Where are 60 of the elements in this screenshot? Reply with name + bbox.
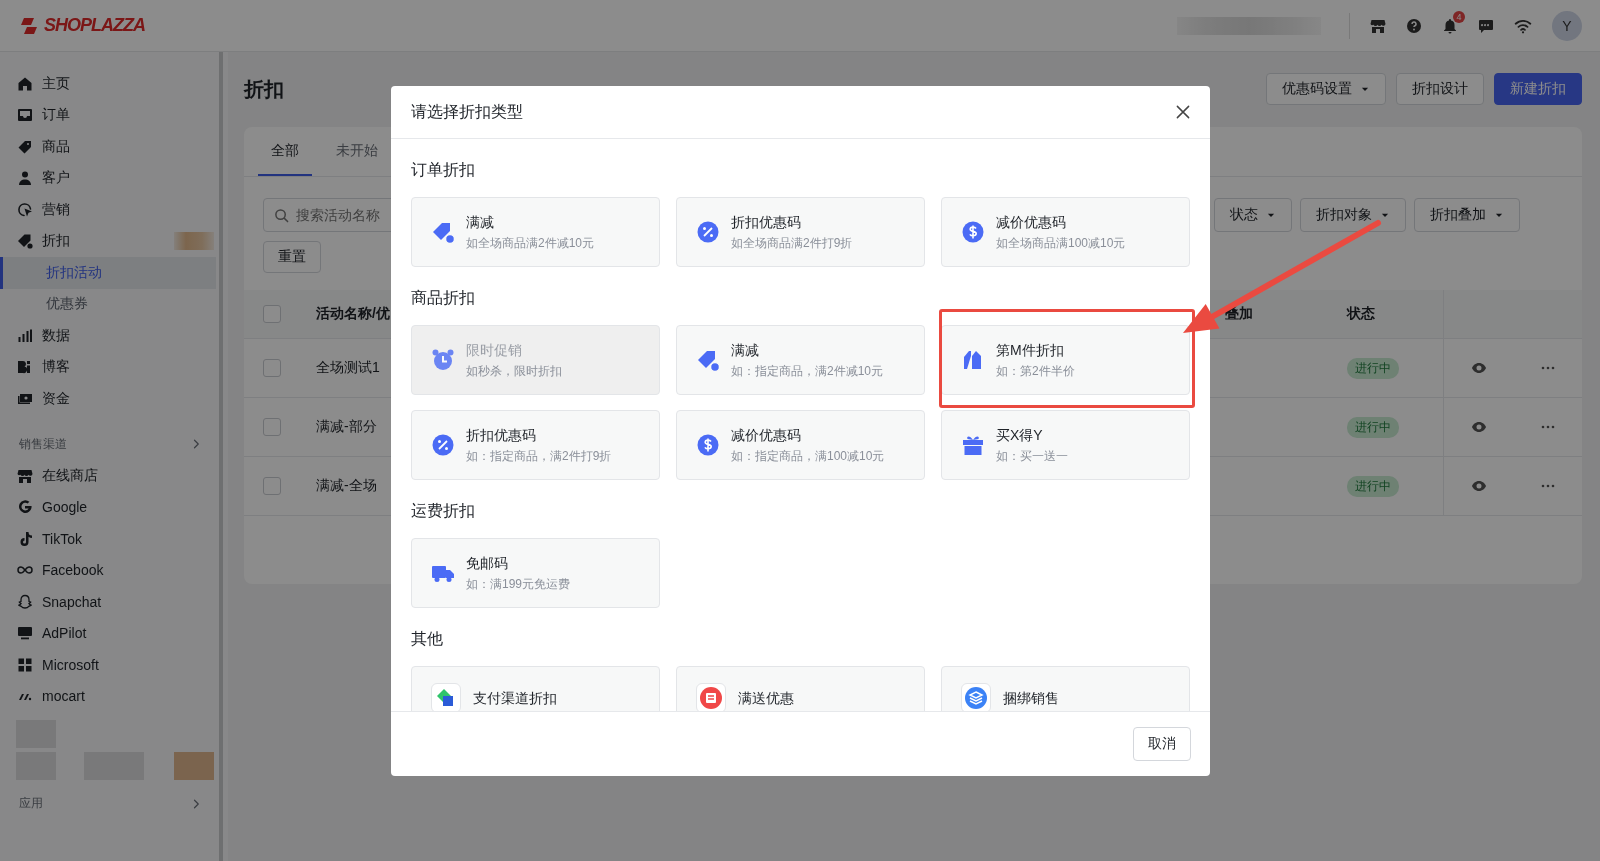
sidebar-item[interactable]: 营销 <box>0 194 218 226</box>
filter-dropdown[interactable]: 状态 <box>1214 198 1292 232</box>
section-title: 订单折扣 <box>411 160 476 180</box>
filter-dropdown[interactable]: 折扣叠加 <box>1414 198 1520 232</box>
section-label: 应用 <box>19 795 43 813</box>
sidebar-item[interactable]: Facebook <box>0 554 218 586</box>
option-card[interactable]: 支付渠道折扣 <box>411 666 660 711</box>
sidebar-subitem[interactable]: 优惠券 <box>0 288 216 320</box>
option-card[interactable]: 满送优惠 <box>676 666 925 711</box>
sidebar-item[interactable]: Microsoft <box>0 649 218 681</box>
sidebar-item[interactable]: Google <box>0 491 218 523</box>
tab[interactable]: 未开始 <box>323 127 391 176</box>
column-header: 活动名称/优 <box>316 305 390 321</box>
action-button[interactable]: 折扣设计 <box>1396 73 1484 105</box>
logo-text[interactable]: SHOPLAZZA <box>44 15 145 36</box>
table-cell: 满减-全场 <box>316 477 377 493</box>
sidebar-item[interactable]: 折扣 <box>0 225 218 257</box>
section-label: 销售渠道 <box>19 435 67 453</box>
option-card[interactable]: 满减 如：指定商品，满2件减10元 <box>676 325 925 395</box>
option-card[interactable]: 满减 如全场商品满2件减10元 <box>411 197 660 267</box>
action-button[interactable]: 新建折扣 <box>1494 73 1582 105</box>
section-title: 商品折扣 <box>411 288 476 308</box>
cancel-button[interactable]: 取消 <box>1133 727 1191 761</box>
page-title: 折扣 <box>244 76 284 102</box>
sidebar-item[interactable]: 在线商店 <box>0 460 218 492</box>
section-title: 运费折扣 <box>411 501 476 521</box>
sidebar-item[interactable]: AdPilot <box>0 617 218 649</box>
option-card[interactable]: 捆绑销售 <box>941 666 1190 711</box>
column-header: 状态 <box>1347 305 1375 321</box>
option-card[interactable]: 折扣优惠码 如：指定商品，满2件打9折 <box>411 410 660 480</box>
table-cell: 全场测试1 <box>316 359 380 375</box>
tab[interactable]: 全部 <box>258 127 312 176</box>
sidebar-item[interactable]: mocart <box>0 680 218 712</box>
notification-badge: 4 <box>1453 10 1465 23</box>
status-badge: 进行中 <box>1347 416 1399 438</box>
sidebar-item[interactable]: 商品 <box>0 131 218 163</box>
reset-button[interactable]: 重置 <box>263 241 321 273</box>
sidebar-item[interactable]: 客户 <box>0 162 218 194</box>
table-cell: 满减-部分 <box>316 418 377 434</box>
option-card[interactable]: 买X得Y 如：买一送一 <box>941 410 1190 480</box>
sidebar-item[interactable]: TikTok <box>0 523 218 555</box>
option-card[interactable]: 减价优惠码 如：指定商品，满100减10元 <box>676 410 925 480</box>
sidebar-item[interactable]: 数据 <box>0 320 218 352</box>
option-card[interactable]: 折扣优惠码 如全场商品满2件打9折 <box>676 197 925 267</box>
section-title: 其他 <box>411 629 444 649</box>
status-badge: 进行中 <box>1347 357 1399 379</box>
dialog-title: 请选择折扣类型 <box>411 101 523 122</box>
avatar[interactable]: Y <box>1552 10 1582 41</box>
sidebar-item[interactable]: 资金 <box>0 383 218 415</box>
sidebar-item[interactable]: 主页 <box>0 68 218 100</box>
sidebar-item[interactable]: 博客 <box>0 351 218 383</box>
sidebar-subitem[interactable]: 折扣活动 <box>0 257 216 289</box>
sidebar-item[interactable]: Snapchat <box>0 586 218 618</box>
filter-dropdown[interactable]: 折扣对象 <box>1300 198 1406 232</box>
option-card[interactable]: 减价优惠码 如全场商品满100减10元 <box>941 197 1190 267</box>
action-button[interactable]: 优惠码设置 <box>1266 73 1386 105</box>
sidebar-item[interactable]: 订单 <box>0 99 218 131</box>
status-badge: 进行中 <box>1347 475 1399 497</box>
option-card[interactable]: 第M件折扣 如：第2件半价 <box>941 325 1190 395</box>
option-card[interactable]: 免邮码 如：满199元免运费 <box>411 538 660 608</box>
